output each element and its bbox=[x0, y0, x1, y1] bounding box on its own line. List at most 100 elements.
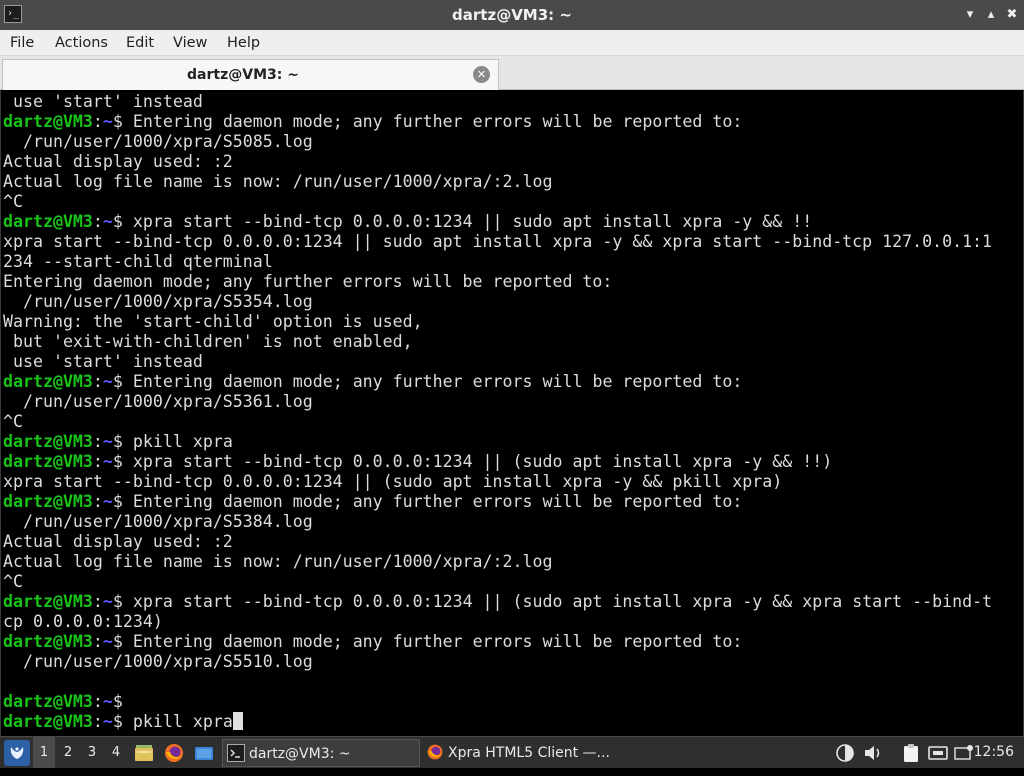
prompt-separator: : bbox=[92, 112, 103, 131]
line-text: $ pkill xpra bbox=[112, 432, 233, 451]
menu-edit[interactable]: Edit bbox=[124, 30, 156, 56]
firefox-icon[interactable] bbox=[163, 742, 185, 764]
line-text: Actual log file name is now: /run/user/1… bbox=[3, 172, 553, 191]
prompt-separator: : bbox=[92, 492, 103, 511]
terminal-line: Actual display used: :2 bbox=[3, 532, 1023, 552]
task-terminal[interactable]: dartz@VM3: ~ bbox=[222, 739, 420, 767]
terminal-line: /run/user/1000/xpra/S5384.log bbox=[3, 512, 1023, 532]
line-text: use 'start' instead bbox=[3, 92, 203, 111]
minimize-button[interactable]: ▾ bbox=[962, 7, 978, 23]
terminal-line: /run/user/1000/xpra/S5085.log bbox=[3, 132, 1023, 152]
line-text: $ Entering daemon mode; any further erro… bbox=[112, 492, 743, 511]
window-titlebar[interactable]: ›_ dartz@VM3: ~ ▾ ▴ ✖ bbox=[0, 0, 1024, 30]
line-text: ^C bbox=[3, 412, 23, 431]
tab-bar: dartz@VM3: ~ ✕ bbox=[0, 56, 1024, 90]
task-label: Xpra HTML5 Client —... bbox=[448, 745, 610, 761]
prompt-path: ~ bbox=[102, 712, 113, 731]
file-manager-icon[interactable] bbox=[133, 742, 155, 764]
terminal-line: ^C bbox=[3, 192, 1023, 212]
close-window-button[interactable]: ✖ bbox=[1004, 7, 1020, 23]
terminal-line: dartz@VM3:~$ xpra start --bind-tcp 0.0.0… bbox=[3, 212, 1023, 232]
prompt-separator: : bbox=[92, 712, 103, 731]
firefox-icon bbox=[426, 743, 444, 761]
terminal-line: xpra start --bind-tcp 0.0.0.0:1234 || su… bbox=[3, 232, 1023, 252]
start-menu-icon[interactable] bbox=[4, 740, 30, 766]
text-cursor bbox=[232, 712, 243, 730]
window-title: dartz@VM3: ~ bbox=[452, 6, 572, 24]
line-text: $ xpra start --bind-tcp 0.0.0.0:1234 || … bbox=[112, 212, 813, 231]
terminal-line: /run/user/1000/xpra/S5354.log bbox=[3, 292, 1023, 312]
prompt-user: dartz@VM3 bbox=[3, 372, 93, 391]
terminal-tab[interactable]: dartz@VM3: ~ ✕ bbox=[2, 59, 499, 90]
prompt-user: dartz@VM3 bbox=[3, 492, 93, 511]
prompt-path: ~ bbox=[102, 452, 113, 471]
terminal-icon bbox=[227, 744, 245, 762]
tab-close-icon[interactable]: ✕ bbox=[473, 66, 490, 83]
clipboard-icon[interactable] bbox=[900, 742, 922, 764]
menubar: File Actions Edit View Help bbox=[0, 30, 1024, 56]
menu-view[interactable]: View bbox=[171, 30, 209, 56]
workspace-3[interactable]: 3 bbox=[81, 737, 103, 768]
line-text: $ Entering daemon mode; any further erro… bbox=[112, 112, 743, 131]
menu-actions[interactable]: Actions bbox=[53, 30, 110, 56]
prompt-separator: : bbox=[92, 632, 103, 651]
terminal-line: dartz@VM3:~$ xpra start --bind-tcp 0.0.0… bbox=[3, 452, 1023, 472]
maximize-button[interactable]: ▴ bbox=[983, 7, 999, 23]
terminal-line: /run/user/1000/xpra/S5510.log bbox=[3, 652, 1023, 672]
prompt-path: ~ bbox=[102, 492, 113, 511]
prompt-path: ~ bbox=[102, 692, 113, 711]
menu-help[interactable]: Help bbox=[225, 30, 262, 56]
terminal-line: dartz@VM3:~$ pkill xpra bbox=[3, 712, 1023, 732]
terminal-view[interactable]: use 'start' instead dartz@VM3:~$ Entering… bbox=[0, 90, 1024, 736]
line-text: $ bbox=[112, 692, 123, 711]
terminal-line: use 'start' instead bbox=[3, 352, 1023, 372]
prompt-user: dartz@VM3 bbox=[3, 212, 93, 231]
prompt-user: dartz@VM3 bbox=[3, 692, 93, 711]
taskbar: 1 2 3 4 dartz@VM3: ~ Xpra HTML5 Client —… bbox=[0, 736, 1024, 768]
desktop-icon[interactable] bbox=[193, 742, 215, 764]
prompt-separator: : bbox=[92, 212, 103, 231]
workspace-2[interactable]: 2 bbox=[57, 737, 79, 768]
prompt-user: dartz@VM3 bbox=[3, 632, 93, 651]
prompt-path: ~ bbox=[102, 212, 113, 231]
clock[interactable]: 12:56 bbox=[974, 737, 1014, 768]
line-text: Actual display used: :2 bbox=[3, 152, 233, 171]
terminal-line: dartz@VM3:~$ Entering daemon mode; any f… bbox=[3, 372, 1023, 392]
terminal-line: dartz@VM3:~$ Entering daemon mode; any f… bbox=[3, 492, 1023, 512]
workspace-1[interactable]: 1 bbox=[33, 737, 55, 768]
terminal-line: dartz@VM3:~$ Entering daemon mode; any f… bbox=[3, 632, 1023, 652]
terminal-line: dartz@VM3:~$ Entering daemon mode; any f… bbox=[3, 112, 1023, 132]
task-firefox[interactable]: Xpra HTML5 Client —... bbox=[422, 739, 620, 767]
line-text: $ Entering daemon mode; any further erro… bbox=[112, 632, 743, 651]
line-text: ^C bbox=[3, 192, 23, 211]
line-text: but 'exit-with-children' is not enabled, bbox=[3, 332, 413, 351]
line-text: xpra start --bind-tcp 0.0.0.0:1234 || su… bbox=[3, 232, 993, 251]
line-text: Entering daemon mode; any further errors… bbox=[3, 272, 613, 291]
line-text: cp 0.0.0.0:1234) bbox=[3, 612, 163, 631]
prompt-user: dartz@VM3 bbox=[3, 112, 93, 131]
terminal-line: use 'start' instead bbox=[3, 92, 1023, 112]
line-text: use 'start' instead bbox=[3, 352, 203, 371]
workspace-4[interactable]: 4 bbox=[105, 737, 127, 768]
line-text: Warning: the 'start-child' option is use… bbox=[3, 312, 423, 331]
line-text: /run/user/1000/xpra/S5510.log bbox=[3, 652, 313, 671]
terminal-line: ^C bbox=[3, 412, 1023, 432]
terminal-line: Actual display used: :2 bbox=[3, 152, 1023, 172]
terminal-line: dartz@VM3:~$ pkill xpra bbox=[3, 432, 1023, 452]
volume-icon[interactable] bbox=[862, 742, 884, 764]
menu-file[interactable]: File bbox=[8, 30, 36, 56]
task-label: dartz@VM3: ~ bbox=[249, 746, 351, 762]
network-icon[interactable] bbox=[927, 742, 949, 764]
line-text: $ xpra start --bind-tcp 0.0.0.0:1234 || … bbox=[112, 452, 833, 471]
prompt-separator: : bbox=[92, 692, 103, 711]
terminal-line: Entering daemon mode; any further errors… bbox=[3, 272, 1023, 292]
line-text: /run/user/1000/xpra/S5361.log bbox=[3, 392, 313, 411]
notifications-icon[interactable] bbox=[953, 742, 975, 764]
line-text: /run/user/1000/xpra/S5354.log bbox=[3, 292, 313, 311]
line-text: xpra start --bind-tcp 0.0.0.0:1234 || (s… bbox=[3, 472, 783, 491]
line-text: $ pkill xpra bbox=[112, 712, 233, 731]
terminal-output: use 'start' instead dartz@VM3:~$ Entering… bbox=[3, 92, 1023, 732]
brightness-icon[interactable] bbox=[834, 742, 856, 764]
terminal-line: dartz@VM3:~$ bbox=[3, 692, 1023, 712]
